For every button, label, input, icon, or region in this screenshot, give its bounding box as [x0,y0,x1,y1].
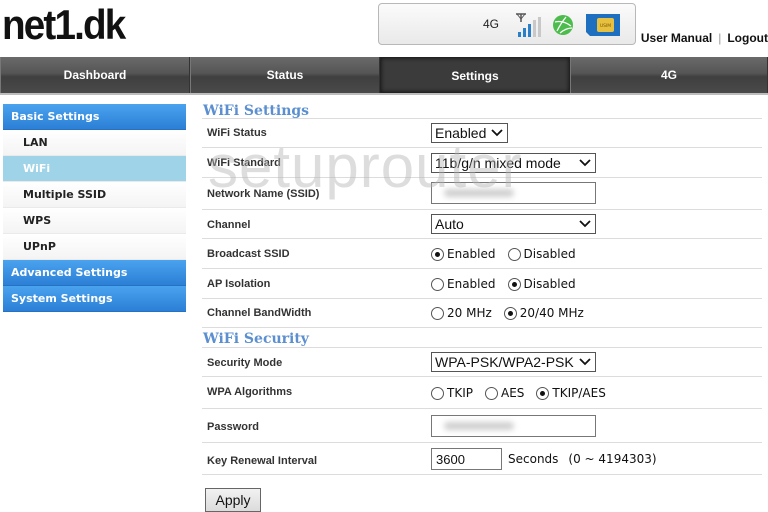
wpa-tkip-radio[interactable]: TKIP [431,386,473,400]
connection-status-panel: 4G USIM [378,3,636,45]
chevron-down-icon [579,159,591,167]
radio-selected-icon [503,306,517,320]
ap-isolation-label: AP Isolation [207,278,271,290]
channel-row: Channel Auto [202,210,762,239]
security-mode-select[interactable]: WPA-PSK/WPA2-PSK [431,352,596,372]
option-label: TKIP [447,386,473,400]
radio-selected-icon [507,277,521,291]
key-renewal-label: Key Renewal Interval [207,455,318,467]
apply-button[interactable]: Apply [205,488,261,512]
radio-unselected-icon [431,277,444,291]
sidebar-item-wps[interactable]: WPS [3,208,186,234]
usim-card-icon: USIM [586,14,620,36]
top-links: User Manual | Logout [641,31,768,45]
sidebar-item-lan[interactable]: LAN [3,130,186,156]
wifi-status-select[interactable]: Enabled [431,123,508,143]
wifi-settings-form: WiFi Settings WiFi Status Enabled WiFi S… [202,101,762,475]
radio-unselected-icon [431,386,444,400]
redacted-password [444,422,514,430]
sidebar-group-basic-settings[interactable]: Basic Settings [3,104,186,130]
wpa-tkip-aes-radio[interactable]: TKIP/AES [536,386,606,400]
link-separator: | [718,31,722,45]
tab-4g[interactable]: 4G [570,57,768,93]
radio-selected-icon [431,247,444,261]
radio-unselected-icon [484,386,498,400]
ap-isolation-row: AP Isolation Enabled Disabled [202,269,762,299]
logout-link[interactable]: Logout [727,31,768,45]
chevron-down-icon [579,358,591,366]
chevron-down-icon [491,129,503,137]
tab-status[interactable]: Status [190,57,380,93]
channel-value: Auto [435,216,464,232]
radio-selected-icon [536,386,550,400]
option-label: Disabled [523,277,576,291]
ap-isolation-enabled-radio[interactable]: Enabled [431,277,496,291]
radio-unselected-icon [431,306,444,320]
globe-internet-icon [553,15,573,35]
sidebar-item-multiple-ssid[interactable]: Multiple SSID [3,182,186,208]
option-label: 20/40 MHz [519,306,584,320]
password-input[interactable] [431,415,596,437]
bandwidth-20mhz-radio[interactable]: 20 MHz [431,306,492,320]
security-mode-row: Security Mode WPA-PSK/WPA2-PSK [202,348,762,377]
wifi-standard-select[interactable]: 11b/g/n mixed mode [431,153,596,173]
wifi-status-label: WiFi Status [207,127,267,139]
key-renewal-row: Key Renewal Interval 3600 Seconds (0 ~ 4… [202,443,762,475]
option-label: AES [500,386,525,400]
network-type: 4G [483,17,500,31]
wpa-aes-radio[interactable]: AES [484,386,525,400]
wifi-standard-label: WiFi Standard [207,157,281,169]
wpa-algorithms-label: WPA Algorithms [207,386,293,398]
password-label: Password [207,421,259,433]
tab-dashboard[interactable]: Dashboard [0,57,190,93]
sidebar: Basic Settings LAN WiFi Multiple SSID WP… [3,104,186,312]
redacted-ssid [444,189,514,197]
main-nav: Dashboard Status Settings 4G [0,57,768,95]
key-renewal-unit: Seconds [508,452,559,466]
option-label: Enabled [447,277,496,291]
tab-settings[interactable]: Settings [380,57,570,93]
broadcast-ssid-label: Broadcast SSID [207,248,290,260]
ssid-row: Network Name (SSID) [202,178,762,210]
user-manual-link[interactable]: User Manual [641,31,712,45]
wifi-settings-title: WiFi Settings [202,101,762,119]
chevron-down-icon [579,220,591,228]
wifi-standard-row: WiFi Standard 11b/g/n mixed mode [202,148,762,178]
broadcast-ssid-row: Broadcast SSID Enabled Disabled [202,239,762,269]
key-renewal-range: (0 ~ 4194303) [568,452,657,466]
broadcast-ssid-enabled-radio[interactable]: Enabled [431,247,496,261]
option-label: Enabled [447,247,496,261]
wpa-algorithms-row: WPA Algorithms TKIP AES TKIP/AES [202,377,762,409]
security-mode-value: WPA-PSK/WPA2-PSK [435,354,574,370]
wifi-standard-value: 11b/g/n mixed mode [435,155,561,171]
option-label: 20 MHz [447,306,492,320]
security-mode-label: Security Mode [207,357,283,369]
option-label: TKIP/AES [552,386,606,400]
sim-label: USIM [600,23,611,29]
wifi-security-title: WiFi Security [202,328,762,348]
bandwidth-20-40mhz-radio[interactable]: 20/40 MHz [503,306,584,320]
key-renewal-value: 3600 [436,451,465,467]
brand-logo: net1.dk [2,1,126,48]
wifi-status-row: WiFi Status Enabled [202,119,762,148]
channel-bandwidth-label: Channel BandWidth [207,307,312,319]
ap-isolation-disabled-radio[interactable]: Disabled [507,277,576,291]
antenna-signal-icon [516,13,541,37]
wifi-status-value: Enabled [435,125,487,141]
ssid-input[interactable] [431,182,596,204]
password-row: Password [202,409,762,443]
ssid-label: Network Name (SSID) [207,188,320,200]
sidebar-item-upnp[interactable]: UPnP [3,234,186,260]
broadcast-ssid-disabled-radio[interactable]: Disabled [507,247,576,261]
channel-select[interactable]: Auto [431,214,596,234]
sidebar-item-wifi[interactable]: WiFi [3,156,186,182]
channel-label: Channel [207,219,251,231]
option-label: Disabled [523,247,576,261]
radio-unselected-icon [507,247,521,261]
sidebar-group-system-settings[interactable]: System Settings [3,286,186,312]
channel-bandwidth-row: Channel BandWidth 20 MHz 20/40 MHz [202,299,762,328]
key-renewal-input[interactable]: 3600 [431,448,502,470]
sidebar-group-advanced-settings[interactable]: Advanced Settings [3,260,186,286]
